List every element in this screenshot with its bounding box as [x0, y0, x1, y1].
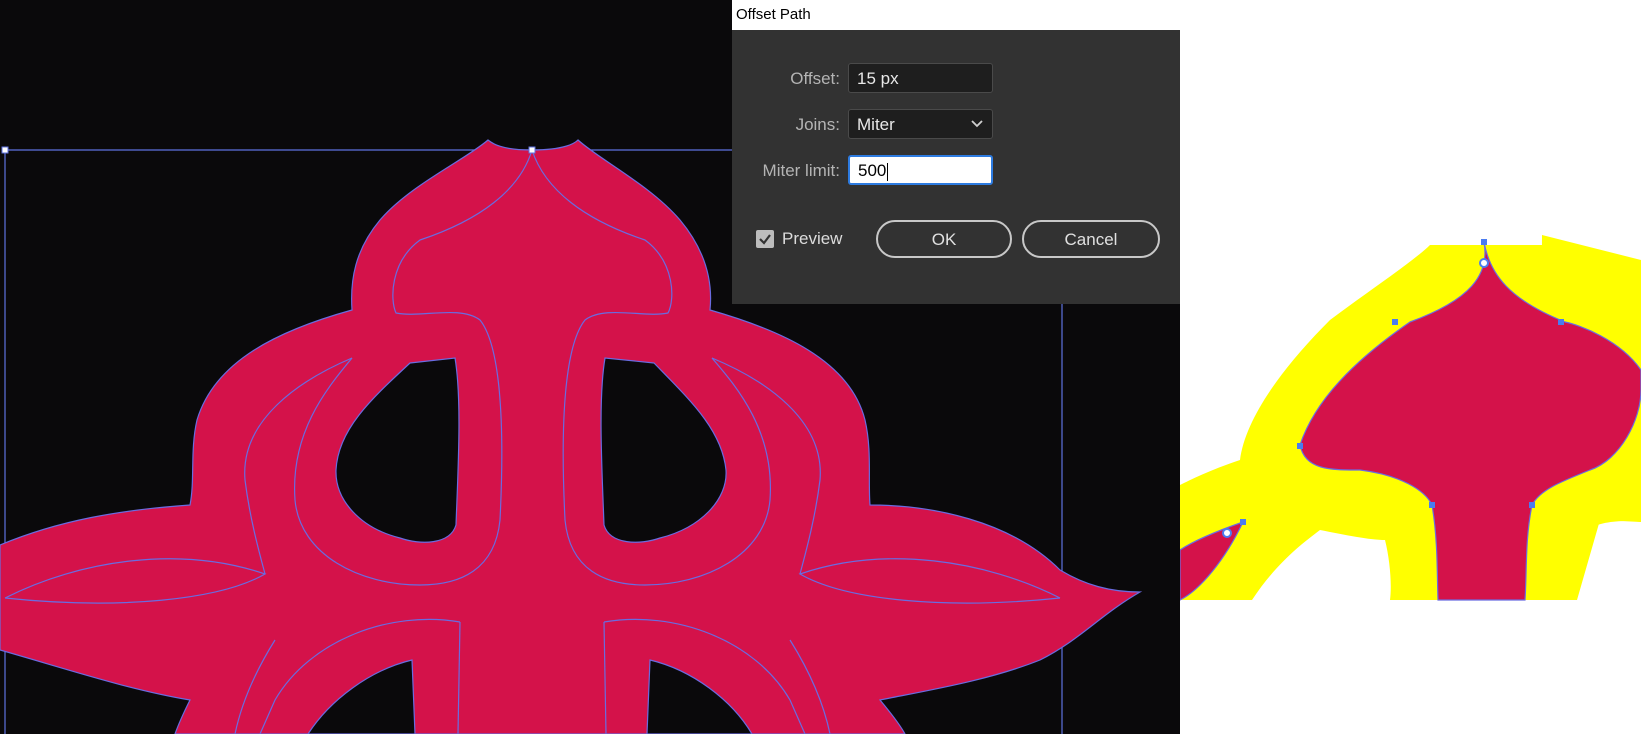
miter-limit-input[interactable]: 500 [848, 155, 993, 185]
chevron-down-icon [971, 120, 983, 128]
joins-row: Joins: Miter [732, 109, 1180, 141]
preview-checkbox[interactable] [756, 230, 774, 248]
ok-button[interactable]: OK [876, 220, 1012, 258]
offset-path-dialog: Offset: 15 px Joins: Miter Miter limit: … [732, 30, 1180, 304]
cancel-button[interactable]: Cancel [1022, 220, 1160, 258]
offset-preview-artwork[interactable] [1180, 0, 1641, 734]
miter-row: Miter limit: 500 [732, 155, 1180, 187]
offset-label: Offset: [790, 69, 840, 88]
miter-limit-label: Miter limit: [762, 161, 840, 180]
joins-select[interactable]: Miter [848, 109, 993, 139]
text-caret [887, 162, 889, 181]
dialog-title: Offset Path [736, 6, 811, 23]
joins-value: Miter [857, 115, 895, 134]
preview-label[interactable]: Preview [782, 228, 842, 250]
dialog-titlebar[interactable]: Offset Path [732, 0, 1180, 30]
check-icon [759, 234, 771, 245]
miter-limit-value: 500 [858, 161, 887, 180]
joins-label: Joins: [795, 115, 840, 134]
offset-input[interactable]: 15 px [848, 63, 993, 93]
offset-row: Offset: 15 px [732, 63, 1180, 95]
preview-canvas[interactable] [1180, 0, 1641, 734]
